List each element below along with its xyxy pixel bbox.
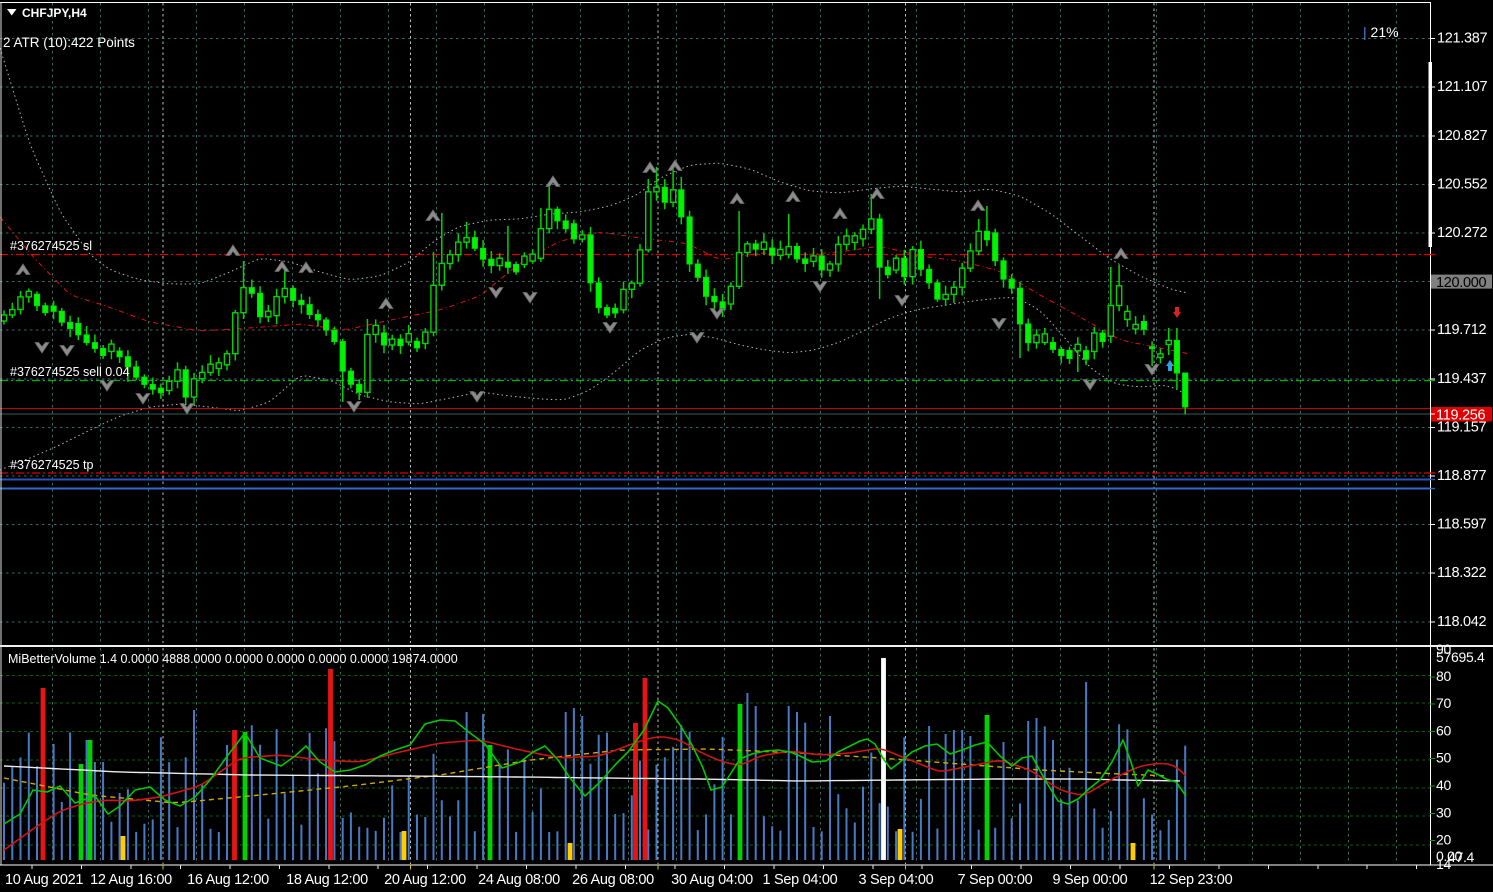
svg-text:24 Aug 08:00: 24 Aug 08:00	[478, 872, 560, 888]
svg-text:118.322: 118.322	[1437, 565, 1486, 581]
svg-text:14: 14	[1436, 856, 1451, 872]
svg-text:121.387: 121.387	[1437, 31, 1488, 47]
svg-text:80: 80	[1436, 668, 1451, 684]
svg-text:2 ATR (10):422 Points: 2 ATR (10):422 Points	[3, 35, 135, 50]
svg-text:30: 30	[1436, 805, 1451, 821]
svg-text:MiBetterVolume 1.4 0.0000 4888: MiBetterVolume 1.4 0.0000 4888.0000 0.00…	[8, 652, 458, 666]
svg-text:30 Aug 04:00: 30 Aug 04:00	[671, 872, 753, 888]
svg-text:7 Sep 00:00: 7 Sep 00:00	[958, 872, 1033, 888]
svg-text:120.000: 120.000	[1436, 275, 1487, 291]
svg-text:1 Sep 04:00: 1 Sep 04:00	[763, 872, 838, 888]
svg-text:9 Sep 00:00: 9 Sep 00:00	[1053, 872, 1128, 888]
svg-text:16 Aug 12:00: 16 Aug 12:00	[187, 872, 269, 888]
svg-text:119.256: 119.256	[1436, 408, 1485, 424]
svg-text:57695.4: 57695.4	[1436, 649, 1485, 665]
svg-text:12 Sep 23:00: 12 Sep 23:00	[1150, 872, 1233, 888]
svg-text:47.4: 47.4	[1448, 849, 1475, 865]
svg-text:#376274525 sl: #376274525 sl	[10, 239, 92, 253]
svg-text:#376274525 tp: #376274525 tp	[10, 458, 93, 472]
svg-text:120.552: 120.552	[1437, 176, 1488, 192]
svg-text:70: 70	[1436, 695, 1451, 711]
svg-text:20: 20	[1436, 832, 1451, 848]
svg-text:120.827: 120.827	[1437, 128, 1488, 144]
svg-text:120.272: 120.272	[1437, 225, 1488, 241]
svg-text:#376274525 sell 0.04: #376274525 sell 0.04	[10, 365, 130, 379]
svg-text:| 21%: | 21%	[1363, 24, 1399, 40]
svg-text:18 Aug 12:00: 18 Aug 12:00	[286, 872, 368, 888]
svg-text:26 Aug 08:00: 26 Aug 08:00	[572, 872, 654, 888]
svg-text:118.042: 118.042	[1437, 614, 1486, 630]
svg-text:10 Aug 2021: 10 Aug 2021	[5, 872, 83, 888]
svg-text:50: 50	[1436, 750, 1451, 766]
svg-text:3 Sep 04:00: 3 Sep 04:00	[859, 872, 934, 888]
svg-text:60: 60	[1436, 723, 1451, 739]
svg-text:119.712: 119.712	[1437, 322, 1486, 338]
svg-text:118.597: 118.597	[1437, 517, 1486, 533]
svg-text:40: 40	[1436, 777, 1451, 793]
svg-text:12 Aug 16:00: 12 Aug 16:00	[90, 872, 172, 888]
svg-text:CHFJPY,H4: CHFJPY,H4	[22, 6, 87, 20]
svg-text:20 Aug 12:00: 20 Aug 12:00	[384, 872, 466, 888]
svg-text:119.437: 119.437	[1437, 371, 1486, 387]
svg-text:121.107: 121.107	[1437, 79, 1488, 95]
svg-text:118.877: 118.877	[1437, 468, 1486, 484]
